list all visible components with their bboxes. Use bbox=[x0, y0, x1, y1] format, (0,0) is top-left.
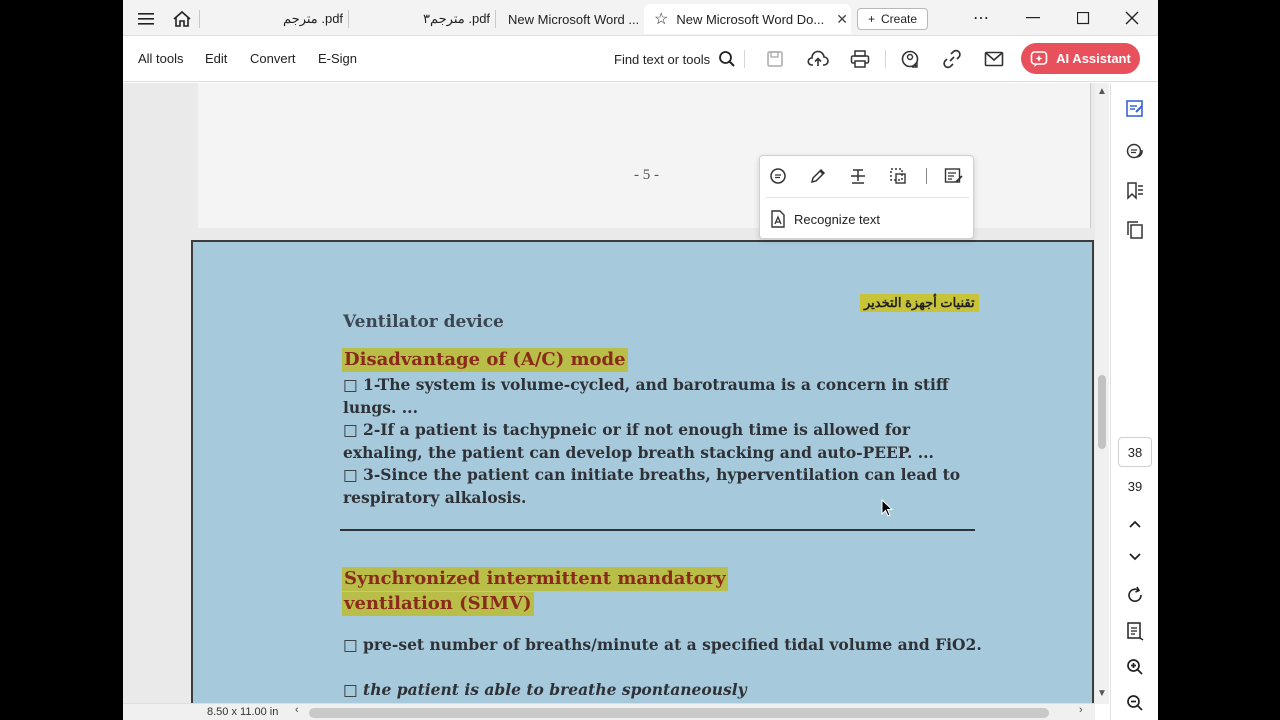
tab-label: مترجم .pdf bbox=[283, 11, 344, 26]
menu-convert[interactable]: Convert bbox=[250, 51, 296, 66]
ai-icon bbox=[1030, 50, 1048, 67]
vertical-scrollbar[interactable]: ▲ ▼ bbox=[1095, 83, 1109, 704]
section-heading-simv-line1: Synchronized intermittent mandatory bbox=[342, 567, 728, 591]
create-button[interactable]: + Create bbox=[857, 8, 928, 30]
recognize-text-icon bbox=[771, 210, 785, 228]
select-region-icon[interactable] bbox=[887, 165, 909, 187]
main-toolbar: All tools Edit Convert E-Sign Find text … bbox=[123, 36, 1158, 82]
scroll-down-arrow[interactable]: ▼ bbox=[1096, 688, 1108, 700]
scroll-thumb[interactable] bbox=[1098, 375, 1106, 449]
menu-esign[interactable]: E-Sign bbox=[318, 51, 357, 66]
paragraph-5: □ the patient is able to breathe spontan… bbox=[343, 680, 747, 699]
paragraph-4: □ pre-set number of breaths/minute at a … bbox=[343, 635, 982, 654]
bookmark-icon[interactable] bbox=[1123, 179, 1147, 203]
hamburger-icon[interactable] bbox=[133, 6, 159, 32]
plus-icon: + bbox=[867, 12, 875, 26]
tab-word-active[interactable]: ☆ New Microsoft Word Do... ✕ bbox=[644, 4, 851, 34]
paragraph-1: □ 1-The system is volume-cycled, and bar… bbox=[343, 375, 949, 417]
chevron-down-icon[interactable] bbox=[1123, 545, 1147, 569]
close-icon[interactable]: ✕ bbox=[836, 11, 848, 28]
scroll-right-arrow[interactable]: › bbox=[1079, 704, 1083, 716]
recognize-text-label: Recognize text bbox=[794, 211, 880, 227]
maximize-icon[interactable] bbox=[1063, 4, 1103, 32]
home-icon[interactable] bbox=[169, 6, 195, 32]
edit-text-icon[interactable] bbox=[943, 165, 965, 187]
create-label: Create bbox=[880, 12, 918, 26]
ai-label: AI Assistant bbox=[1056, 51, 1131, 66]
tab-pdf-1[interactable]: مترجم .pdf bbox=[273, 4, 353, 34]
current-page-input[interactable]: 38 bbox=[1118, 437, 1152, 467]
status-bar: 8.50 x 11.00 in ‹ › bbox=[123, 703, 1095, 720]
window-close-icon[interactable] bbox=[1112, 4, 1152, 32]
pdf-page-current: تقنيات أجهزة التخدير Ventilator device D… bbox=[191, 240, 1094, 704]
find-tools-button[interactable]: Find text or tools bbox=[614, 50, 736, 68]
menu-all-tools[interactable]: All tools bbox=[138, 51, 184, 66]
star-icon[interactable]: ☆ bbox=[654, 9, 668, 29]
zoom-in-icon[interactable] bbox=[1123, 655, 1147, 679]
pages-icon[interactable] bbox=[1123, 218, 1147, 242]
menu-edit[interactable]: Edit bbox=[205, 51, 227, 66]
strikethrough-icon[interactable] bbox=[847, 165, 869, 187]
page-size-label: 8.50 x 11.00 in bbox=[207, 706, 279, 718]
recognize-text-button[interactable]: Recognize text bbox=[770, 210, 880, 228]
scroll-up-arrow[interactable]: ▲ bbox=[1096, 86, 1108, 98]
minimize-icon[interactable] bbox=[1013, 4, 1053, 32]
link-icon[interactable] bbox=[941, 48, 963, 70]
refresh-icon[interactable] bbox=[1123, 583, 1147, 607]
print-icon[interactable] bbox=[849, 48, 871, 70]
page-number: - 5 - bbox=[634, 167, 659, 183]
paragraph-2: □ 2-If a patient is tachypneic or if not… bbox=[343, 420, 934, 462]
total-pages: 39 bbox=[1127, 479, 1143, 494]
upload-icon[interactable] bbox=[807, 48, 829, 70]
edit-pdf-icon[interactable] bbox=[1123, 96, 1147, 120]
tab-pdf-2[interactable]: مترجم٣ .pdf bbox=[413, 4, 493, 34]
comment-icon[interactable] bbox=[767, 165, 789, 187]
tab-label: New Microsoft Word Do... bbox=[676, 11, 825, 27]
highlight-pen-icon[interactable] bbox=[807, 165, 829, 187]
document-title: Ventilator device bbox=[343, 312, 504, 332]
arabic-heading: تقنيات أجهزة التخدير bbox=[860, 294, 979, 312]
page-view-icon[interactable] bbox=[1123, 619, 1147, 643]
ai-assistant-button[interactable]: AI Assistant bbox=[1021, 43, 1140, 74]
tab-label: مترجم٣ .pdf bbox=[423, 11, 491, 26]
comments-panel-icon[interactable] bbox=[1123, 140, 1147, 164]
tab-label: New Microsoft Word ... bbox=[508, 11, 638, 27]
section-heading-simv-line2: ventilation (SIMV) bbox=[342, 592, 534, 616]
divider bbox=[340, 529, 975, 531]
share-icon[interactable] bbox=[899, 48, 921, 70]
mail-icon[interactable] bbox=[983, 48, 1005, 70]
chevron-up-icon[interactable] bbox=[1123, 512, 1147, 536]
section-heading-ac-mode: Disadvantage of (A/C) mode bbox=[342, 348, 628, 372]
find-label: Find text or tools bbox=[614, 51, 711, 67]
quick-actions-popup: Recognize text bbox=[759, 155, 974, 239]
horizontal-scrollbar[interactable] bbox=[309, 708, 1049, 718]
scroll-left-arrow[interactable]: ‹ bbox=[295, 704, 299, 716]
zoom-out-icon[interactable] bbox=[1123, 691, 1147, 715]
more-icon[interactable]: ⋯ bbox=[961, 4, 1001, 32]
search-icon bbox=[719, 51, 735, 67]
tab-bar: مترجم .pdf مترجم٣ .pdf New Microsoft Wor… bbox=[123, 0, 1158, 36]
acrobat-window: مترجم .pdf مترجم٣ .pdf New Microsoft Wor… bbox=[123, 0, 1158, 720]
save-icon[interactable] bbox=[764, 48, 786, 70]
tab-word-1[interactable]: New Microsoft Word ... bbox=[498, 4, 638, 34]
mouse-cursor bbox=[881, 499, 894, 517]
right-rail: 38 39 bbox=[1110, 83, 1158, 720]
